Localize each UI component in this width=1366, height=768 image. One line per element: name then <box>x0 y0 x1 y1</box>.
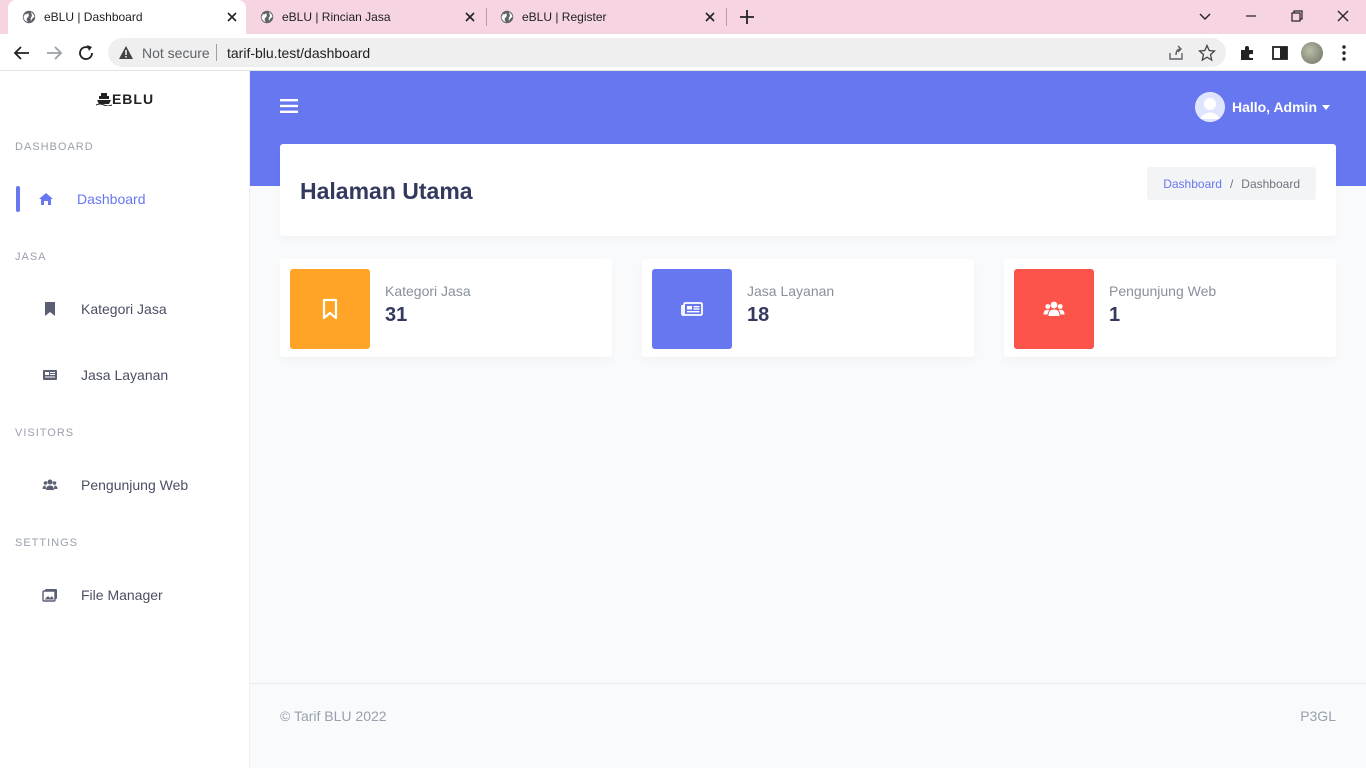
browser-menu-icon[interactable] <box>1334 43 1354 63</box>
user-dropdown[interactable]: Hallo, Admin <box>1194 92 1330 122</box>
stat-label: Jasa Layanan <box>747 283 835 299</box>
stat-value: 31 <box>385 304 408 326</box>
browser-tab-strip: eBLU | Dashboard eBLU | Rincian Jasa eBL… <box>0 0 1366 34</box>
sidebar-item-jasa-layanan[interactable]: Jasa Layanan <box>0 355 250 395</box>
tab-title: eBLU | Dashboard <box>44 10 143 24</box>
close-icon[interactable] <box>462 9 478 25</box>
back-arrow-icon[interactable] <box>12 43 32 63</box>
home-icon <box>39 193 53 205</box>
url-text[interactable]: tarif-blu.test/dashboard <box>227 45 370 61</box>
tab-title: eBLU | Rincian Jasa <box>282 10 391 24</box>
tab-title: eBLU | Register <box>522 10 607 24</box>
warning-icon[interactable] <box>118 45 134 60</box>
caret-down-icon <box>1322 104 1330 110</box>
section-heading-jasa: JASA <box>15 251 47 263</box>
stat-icon-box <box>1014 269 1094 349</box>
omnibox[interactable]: Not secure tarif-blu.test/dashboard <box>108 38 1226 67</box>
stat-card-kategori-jasa: Kategori Jasa 31 <box>280 259 612 357</box>
close-icon[interactable] <box>702 9 718 25</box>
user-avatar-icon <box>1194 92 1225 122</box>
globe-icon <box>260 10 274 24</box>
sidebar-item-label: Dashboard <box>77 191 146 207</box>
users-icon <box>1043 301 1065 316</box>
stat-icon-box <box>652 269 732 349</box>
main-content: Hallo, Admin Halaman Utama Dashboard / D… <box>250 71 1366 768</box>
breadcrumb-link-dashboard[interactable]: Dashboard <box>1163 177 1222 191</box>
security-label[interactable]: Not secure <box>142 45 210 61</box>
stat-value: 1 <box>1109 304 1121 326</box>
new-tab-icon[interactable] <box>738 8 756 26</box>
breadcrumb: Dashboard / Dashboard <box>1147 167 1316 200</box>
tab-search-chevron-icon[interactable] <box>1195 6 1215 26</box>
profile-avatar[interactable] <box>1301 42 1323 64</box>
forward-arrow-icon[interactable] <box>44 43 64 63</box>
sidebar-item-file-manager[interactable]: File Manager <box>0 575 250 615</box>
page-title: Halaman Utama <box>300 178 473 204</box>
section-heading-visitors: VISITORS <box>15 427 75 439</box>
footer-copyright: © Tarif BLU 2022 <box>280 708 387 724</box>
stat-label: Kategori Jasa <box>385 283 471 299</box>
share-icon[interactable] <box>1167 44 1185 62</box>
images-icon <box>42 589 57 602</box>
address-bar-row: Not secure tarif-blu.test/dashboard <box>0 34 1366 71</box>
reload-icon[interactable] <box>76 43 96 63</box>
close-window-icon[interactable] <box>1333 6 1353 26</box>
tab-divider <box>726 8 727 26</box>
footer-right-text: P3GL <box>1300 708 1336 724</box>
restore-icon[interactable] <box>1287 6 1307 26</box>
users-icon <box>42 479 58 490</box>
bookmark-icon <box>45 302 55 316</box>
brand-name: EBLU <box>111 91 155 107</box>
extensions-puzzle-icon[interactable] <box>1238 43 1258 63</box>
sidebar-item-label: Pengunjung Web <box>81 477 189 493</box>
breadcrumb-separator: / <box>1229 176 1234 191</box>
globe-icon <box>500 10 514 24</box>
sidebar-item-label: Kategori Jasa <box>81 301 167 317</box>
hamburger-menu-icon[interactable] <box>280 98 298 114</box>
section-header-card: Halaman Utama Dashboard / Dashboard <box>280 144 1336 236</box>
stat-card-pengunjung-web: Pengunjung Web 1 <box>1004 259 1336 357</box>
bookmark-star-icon[interactable] <box>1198 44 1216 62</box>
browser-tab-rincian-jasa[interactable]: eBLU | Rincian Jasa <box>246 0 484 34</box>
section-heading-dashboard: DASHBOARD <box>15 141 94 153</box>
sidebar-item-label: File Manager <box>81 587 163 603</box>
newspaper-icon <box>43 370 57 380</box>
bookmark-icon <box>322 298 338 320</box>
stat-card-jasa-layanan: Jasa Layanan 18 <box>642 259 974 357</box>
omnibox-divider <box>216 44 217 61</box>
sidebar-item-label: Jasa Layanan <box>81 367 169 383</box>
close-icon[interactable] <box>224 9 240 25</box>
sidebar-item-pengunjung-web[interactable]: Pengunjung Web <box>0 465 250 505</box>
section-heading-settings: SETTINGS <box>15 537 79 549</box>
stat-icon-box <box>290 269 370 349</box>
newspaper-icon <box>681 302 703 316</box>
sidebar: EBLU DASHBOARD Dashboard JASA Kategori J… <box>0 71 250 768</box>
browser-tab-dashboard[interactable]: eBLU | Dashboard <box>8 0 246 34</box>
browser-tab-register[interactable]: eBLU | Register <box>486 0 724 34</box>
sidebar-item-kategori-jasa[interactable]: Kategori Jasa <box>0 289 250 329</box>
globe-icon <box>22 10 36 24</box>
sidebar-item-dashboard[interactable]: Dashboard <box>0 179 250 219</box>
brand-logo[interactable]: EBLU <box>0 91 250 107</box>
stat-label: Pengunjung Web <box>1109 283 1217 299</box>
ship-icon <box>95 93 112 106</box>
active-indicator <box>16 186 20 212</box>
minimize-icon[interactable] <box>1241 6 1261 26</box>
breadcrumb-current: Dashboard <box>1241 176 1300 191</box>
user-greeting: Hallo, Admin <box>1231 99 1317 115</box>
footer: © Tarif BLU 2022 P3GL <box>250 683 1366 768</box>
stat-value: 18 <box>747 304 770 326</box>
side-panel-icon[interactable] <box>1270 43 1290 63</box>
